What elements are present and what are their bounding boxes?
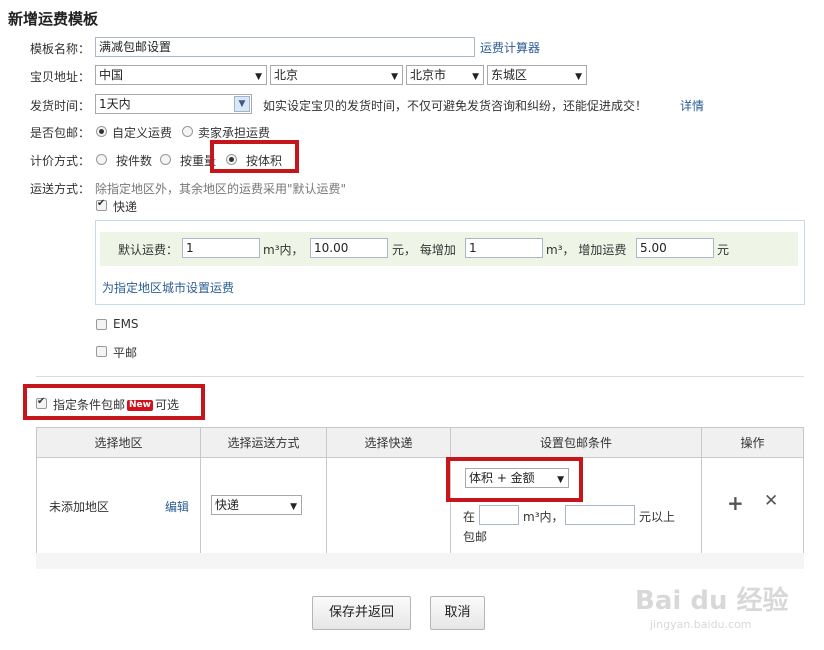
yuan-above-text: 元以上 bbox=[639, 510, 676, 524]
watermark-url: jingyan.baidu.com bbox=[650, 618, 752, 631]
actions-cell: + ✕ bbox=[701, 457, 804, 554]
template-name-label: 模板名称： bbox=[30, 42, 91, 56]
remove-icon[interactable]: ✕ bbox=[764, 491, 778, 511]
express-cell bbox=[326, 457, 451, 554]
detail-link[interactable]: 详情 bbox=[680, 97, 704, 114]
in-label: 在 bbox=[463, 510, 476, 524]
free-shipping-label: 是否包邮： bbox=[30, 126, 91, 140]
free-shipping-text: 包邮 bbox=[463, 530, 488, 544]
chevron-down-icon: ▼ bbox=[255, 72, 262, 82]
province-value: 北京 bbox=[274, 68, 299, 82]
unit-add-text: m³， 增加运费 bbox=[546, 243, 627, 257]
col-condition: 设置包邮条件 bbox=[450, 427, 702, 458]
chevron-down-icon: ▼ bbox=[391, 72, 398, 82]
template-name-input[interactable]: 满减包邮设置 bbox=[95, 37, 475, 57]
add-fee-input[interactable]: 5.00 bbox=[636, 238, 714, 258]
post-checkbox[interactable] bbox=[96, 346, 107, 357]
delivery-hint: 除指定地区外，其余地区的运费采用"默认运费" bbox=[95, 182, 347, 196]
ship-time-value: 1天内 bbox=[99, 97, 131, 111]
province-select[interactable]: 北京 ▼ bbox=[270, 65, 403, 85]
default-fee-label: 默认运费： bbox=[118, 243, 179, 257]
add-volume-input[interactable]: 1 bbox=[465, 238, 543, 258]
by-count-radio[interactable] bbox=[96, 154, 107, 165]
country-select[interactable]: 中国 ▼ bbox=[95, 65, 267, 85]
ship-time-hint: 如实设定宝贝的发货时间，不仅可避免发货咨询和纠纷，还能促进成交！ bbox=[263, 99, 648, 113]
condition-highlight-box bbox=[446, 457, 583, 502]
method-select[interactable]: 快递 ▼ bbox=[211, 495, 302, 515]
page-title: 新增运费模板 bbox=[8, 10, 99, 28]
watermark-brand: Bai du 经验 bbox=[635, 586, 789, 616]
yuan-text: 元 bbox=[717, 243, 730, 257]
seller-pays-radio[interactable] bbox=[182, 126, 193, 137]
edit-region-link[interactable]: 编辑 bbox=[165, 498, 189, 515]
pricing-label: 计价方式： bbox=[30, 154, 91, 168]
seller-pays-option-label: 卖家承担运费 bbox=[198, 126, 271, 140]
shipping-calculator-link[interactable]: 运费计算器 bbox=[480, 39, 540, 56]
chevron-down-icon: ▼ bbox=[575, 72, 582, 82]
by-count-label: 按件数 bbox=[116, 154, 153, 168]
region-value: 未添加地区 bbox=[49, 500, 110, 514]
first-fee-input[interactable]: 10.00 bbox=[310, 238, 388, 258]
region-fee-link[interactable]: 为指定地区城市设置运费 bbox=[102, 279, 234, 296]
conditional-highlight-box bbox=[23, 384, 205, 420]
ship-time-select[interactable]: 1天内 ▼ bbox=[95, 94, 252, 114]
save-return-button[interactable]: 保存并返回 bbox=[312, 596, 411, 630]
col-actions: 操作 bbox=[701, 427, 804, 458]
chevron-down-icon: ▼ bbox=[472, 72, 479, 82]
cancel-button[interactable]: 取消 bbox=[430, 596, 485, 630]
col-region: 选择地区 bbox=[36, 427, 201, 458]
method-value: 快递 bbox=[215, 498, 240, 512]
col-express: 选择快递 bbox=[326, 427, 451, 458]
custom-fee-radio[interactable] bbox=[96, 126, 107, 137]
divider bbox=[36, 376, 804, 377]
ems-label: EMS bbox=[113, 317, 139, 331]
conditional-rules-table: 选择地区 选择运送方式 选择快递 设置包邮条件 操作 未添加地区 编辑 快递 ▼ … bbox=[36, 427, 804, 554]
volume-highlight-box bbox=[210, 140, 299, 173]
district-select[interactable]: 东城区 ▼ bbox=[487, 65, 587, 85]
express-checkbox[interactable] bbox=[96, 198, 107, 211]
district-value: 东城区 bbox=[491, 68, 528, 82]
express-label: 快递 bbox=[113, 200, 138, 214]
yuan-each-text: 元， 每增加 bbox=[392, 243, 456, 257]
col-method: 选择运送方式 bbox=[200, 427, 327, 458]
region-cell: 未添加地区 编辑 bbox=[36, 457, 201, 554]
first-volume-input[interactable]: 1 bbox=[182, 238, 260, 258]
method-cell: 快递 ▼ bbox=[200, 457, 327, 554]
custom-fee-option-label: 自定义运费 bbox=[112, 126, 173, 140]
chevron-down-icon: ▼ bbox=[290, 502, 297, 512]
ems-checkbox[interactable] bbox=[96, 319, 107, 330]
post-label: 平邮 bbox=[113, 346, 138, 360]
condition-volume-input[interactable] bbox=[479, 505, 519, 525]
by-weight-radio[interactable] bbox=[160, 154, 171, 165]
ship-time-label: 发货时间： bbox=[30, 99, 91, 113]
delivery-label: 运送方式： bbox=[30, 182, 91, 196]
city-select[interactable]: 北京市 ▼ bbox=[406, 65, 484, 85]
condition-unit-text: m³内， bbox=[523, 510, 564, 524]
country-value: 中国 bbox=[99, 68, 124, 82]
condition-amount-input[interactable] bbox=[565, 505, 635, 525]
table-row: 未添加地区 编辑 快递 ▼ 体积 + 金额 ▼ 在 m³内， 元以上 包邮 + ✕ bbox=[36, 457, 804, 554]
address-label: 宝贝地址： bbox=[30, 70, 91, 84]
table-footer-band bbox=[36, 553, 804, 569]
table-header-row: 选择地区 选择运送方式 选择快递 设置包邮条件 操作 bbox=[36, 427, 804, 458]
unit-within-text: m³内， bbox=[263, 243, 304, 257]
city-value: 北京市 bbox=[410, 68, 447, 82]
chevron-down-icon: ▼ bbox=[234, 96, 250, 112]
add-icon[interactable]: + bbox=[727, 491, 744, 515]
